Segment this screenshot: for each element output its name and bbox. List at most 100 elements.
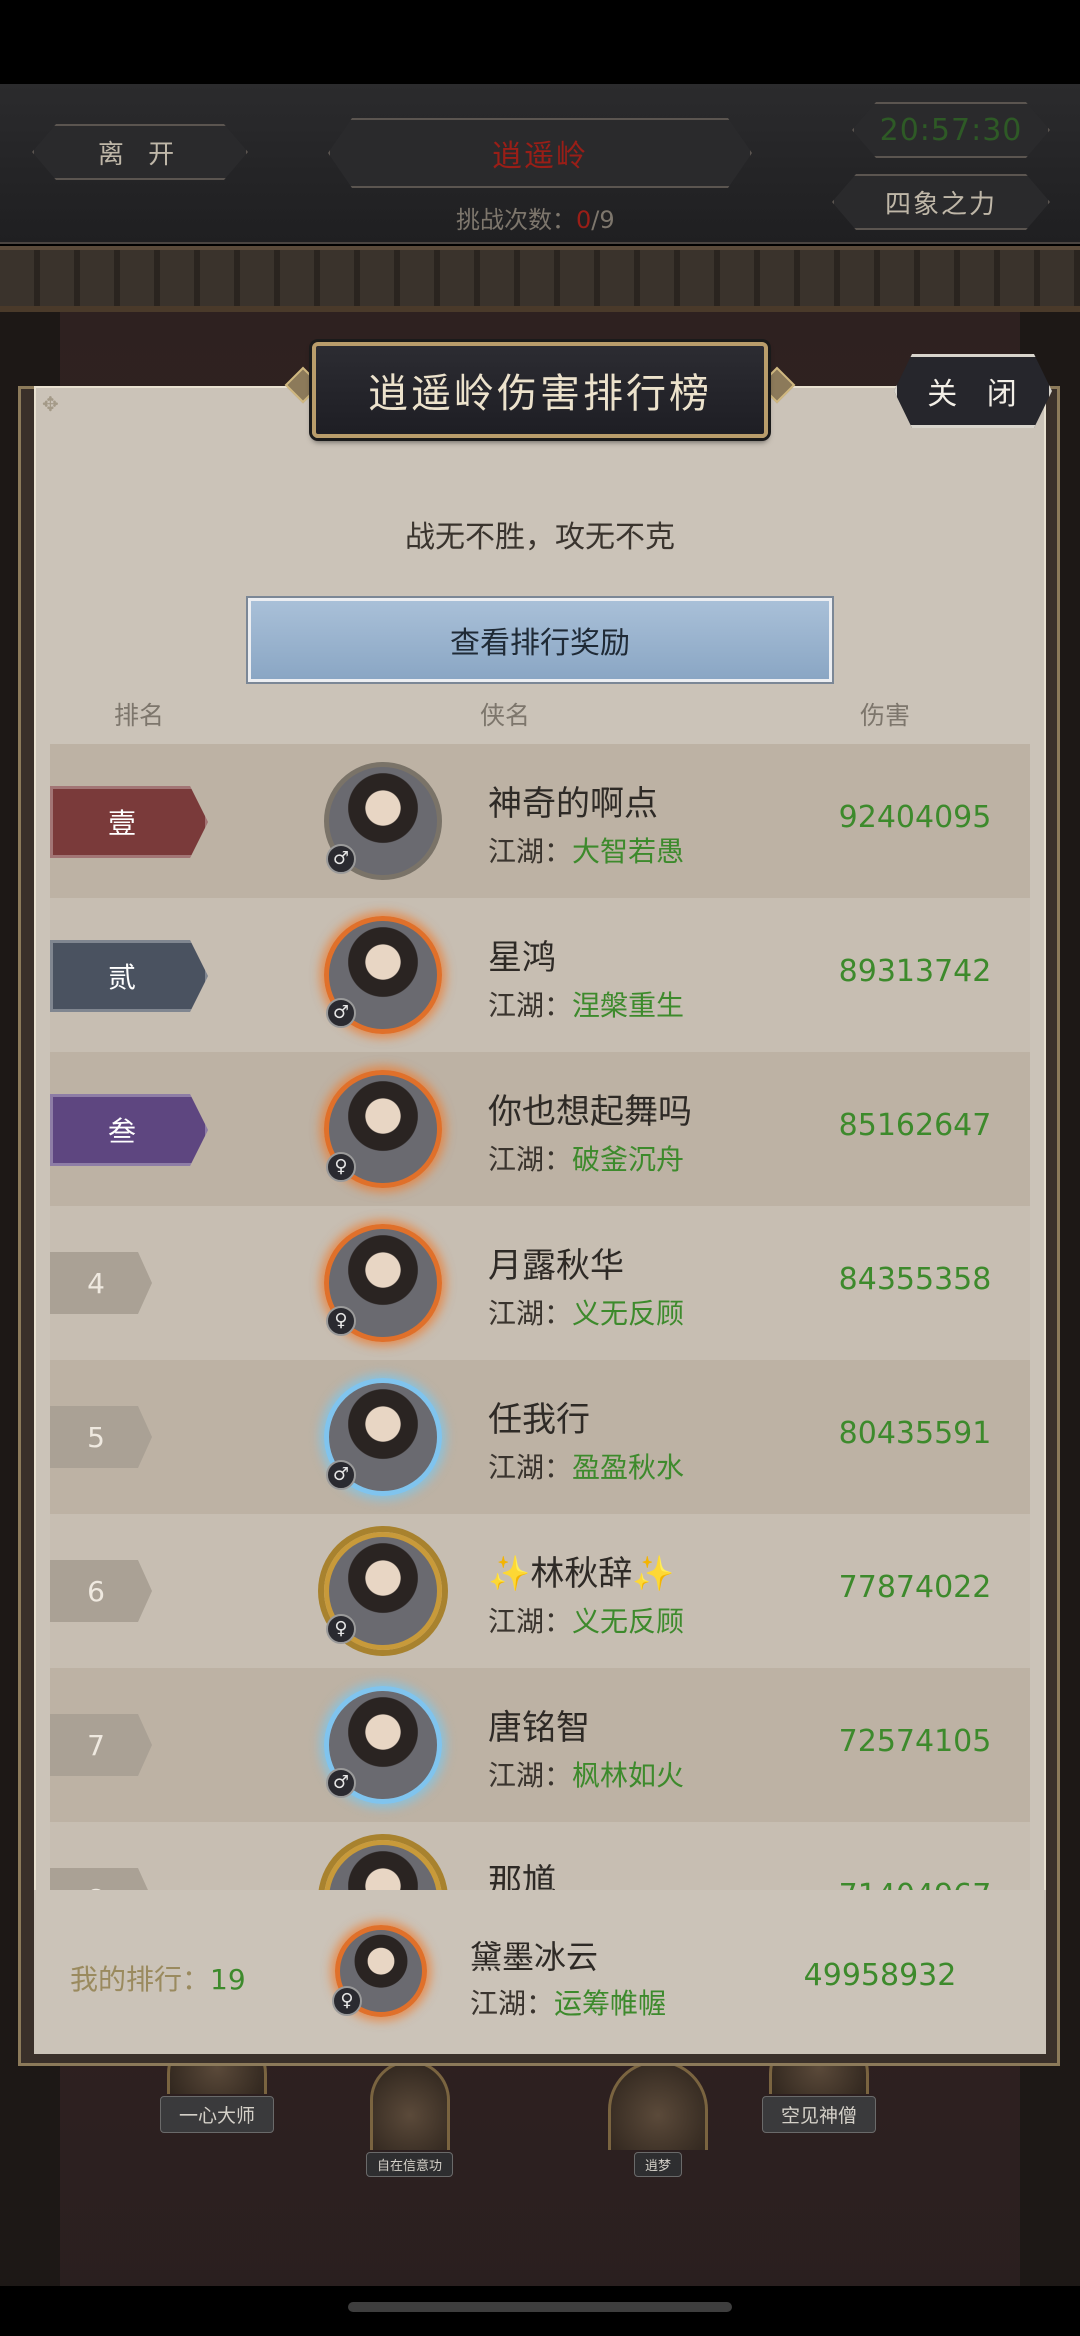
npc-xiaomeng[interactable]: 逍梦 (608, 2060, 708, 2177)
four-symbols-power-button[interactable]: 四象之力 (832, 174, 1050, 230)
hero-name: 你也想起舞吗 (488, 1092, 692, 1132)
jianghu-line: 江湖：盈盈秋水 (488, 1446, 684, 1486)
faction-name: 义无反顾 (572, 1605, 685, 1638)
jianghu-line: 江湖：义无反顾 (488, 1600, 684, 1640)
gender-male-icon: ♂ (326, 1768, 356, 1798)
stage-title: 逍遥岭 (328, 118, 752, 188)
avatar[interactable]: ♀ (324, 1224, 442, 1342)
faction-name: 破釜沉舟 (572, 1143, 685, 1176)
jianghu-prefix: 江湖： (488, 1143, 573, 1176)
faction-name: 枫林如火 (572, 1759, 685, 1792)
jianghu-prefix: 江湖： (488, 989, 573, 1022)
faction-name: 义无反顾 (572, 1297, 685, 1330)
gender-male-icon: ♂ (326, 844, 356, 874)
hero-name: 星鸿 (488, 938, 556, 978)
hero-name: 神奇的啊点 (488, 784, 658, 824)
avatar[interactable]: ♂ (324, 916, 442, 1034)
table-row[interactable]: 7 ♂ 唐铭智 江湖：枫林如火 72574105 (50, 1668, 1030, 1822)
avatar[interactable]: ♂ (324, 1378, 442, 1496)
avatar[interactable]: ♂ (324, 762, 442, 880)
challenge-count-label: 挑战次数： (456, 206, 576, 234)
hero-name: ✨林秋辞✨ (488, 1554, 675, 1594)
avatar-frame (324, 1840, 442, 1890)
npc-avatar (608, 2060, 708, 2150)
faction-name: 大智若愚 (572, 835, 685, 868)
countdown-timer: 20:57:30 (852, 102, 1050, 158)
my-hero-name: 黛墨冰云 (470, 1938, 599, 1976)
header-rank: 排名 (114, 701, 165, 730)
jianghu-prefix: 江湖： (488, 1451, 573, 1484)
header-damage: 伤害 (860, 701, 911, 730)
jianghu-prefix: 江湖： (488, 1605, 573, 1638)
gender-female-icon: ♀ (326, 1306, 356, 1336)
gender-male-icon: ♂ (326, 998, 356, 1028)
rank-badge: 6 (50, 1560, 152, 1622)
jianghu-line: 江湖：涅槃重生 (488, 984, 684, 1024)
table-row[interactable]: 6 ♀ ✨林秋辞✨ 江湖：义无反顾 77874022 (50, 1514, 1030, 1668)
hero-name: 唐铭智 (488, 1708, 590, 1748)
rank-badge: 5 (50, 1406, 152, 1468)
avatar[interactable]: ♂ (324, 1686, 442, 1804)
my-jianghu: 江湖：运筹帷幄 (470, 1982, 666, 2022)
status-bar (0, 0, 1080, 84)
table-row[interactable]: 5 ♂ 任我行江湖：盈盈秋水 80435591 (50, 1360, 1030, 1514)
my-avatar[interactable]: ♀ (326, 1916, 436, 2026)
damage-value: 71404967 (790, 1878, 1030, 1890)
hero-name: 任我行 (488, 1400, 590, 1440)
table-row[interactable]: 叁 ♀ 你也想起舞吗江湖：破釜沉舟 85162647 (50, 1052, 1030, 1206)
npc-label: 逍梦 (633, 2152, 682, 2177)
hero-name: 那馗 (488, 1862, 556, 1890)
my-damage: 49958932 (803, 1958, 957, 1993)
my-rank-value: 19 (210, 1963, 246, 1996)
fence-decoration (0, 246, 1080, 312)
avatar[interactable]: ♀ (324, 1070, 442, 1188)
jianghu-prefix: 江湖： (488, 1759, 573, 1792)
npc-zizai[interactable]: 自在信意功 (366, 2060, 454, 2177)
damage-value: 77874022 (838, 1570, 992, 1605)
hero-name: 月露秋华 (488, 1246, 624, 1286)
faction-name: 涅槃重生 (572, 989, 685, 1022)
header-hero-name: 侠名 (480, 701, 531, 730)
avatar[interactable]: ♀ (324, 1532, 442, 1650)
jianghu-line: 江湖：义无反顾 (488, 1292, 684, 1332)
damage-value: 84355358 (838, 1262, 992, 1297)
npc-label: 空见神僧 (762, 2096, 877, 2133)
table-row[interactable]: 4 ♀ 月露秋华江湖：义无反顾 84355358 (50, 1206, 1030, 1360)
rank-badge: 叁 (50, 1094, 208, 1166)
faction-name: 盈盈秋水 (572, 1451, 685, 1484)
leaderboard-title: 逍遥岭伤害排行榜 (312, 342, 768, 438)
jianghu-line: 江湖：枫林如火 (488, 1754, 684, 1794)
jianghu-prefix: 江湖： (488, 1297, 573, 1330)
jianghu-prefix: 江湖： (470, 1987, 555, 2020)
ranking-list[interactable]: 壹 ♂ 神奇的啊点 江湖：大智若愚 92404095 贰 ♂ 星鸿 江湖：涅槃重生 8931374… (50, 744, 1030, 1890)
challenge-total: /9 (591, 206, 615, 234)
view-rank-rewards-button[interactable]: 查看排行奖励 (248, 598, 832, 682)
gender-female-icon: ♀ (326, 1614, 356, 1644)
leave-button[interactable]: 离 开 (32, 124, 248, 180)
gender-female-icon: ♀ (326, 1152, 356, 1182)
damage-value: 80435591 (838, 1416, 992, 1451)
rank-badge: 4 (50, 1252, 152, 1314)
close-button[interactable]: 关 闭 (894, 354, 1052, 428)
challenge-used: 0 (576, 206, 592, 234)
home-indicator[interactable] (348, 2302, 732, 2312)
rank-badge: 8 (50, 1868, 152, 1890)
motto-text: 战无不胜，攻无不克 (405, 520, 675, 555)
avatar[interactable]: ♂ (324, 1840, 442, 1890)
table-row[interactable]: 壹 ♂ 神奇的啊点江湖：大智若愚 92404095 (50, 744, 1030, 898)
my-rank-label: 我的排行： (70, 1963, 211, 1996)
damage-value: 85162647 (838, 1108, 992, 1143)
rank-badge: 壹 (50, 786, 208, 858)
table-row[interactable]: 8♂那馗江湖：71404967 (50, 1822, 1030, 1890)
gender-male-icon: ♂ (326, 1460, 356, 1490)
npc-label: 自在信意功 (366, 2152, 454, 2177)
damage-value: 92404095 (838, 800, 992, 835)
corner-ornament-icon: ✥ (42, 392, 59, 416)
rank-badge: 7 (50, 1714, 152, 1776)
npc-label: 一心大师 (160, 2096, 275, 2133)
gender-female-icon: ♀ (332, 1986, 362, 2016)
table-row[interactable]: 贰 ♂ 星鸿 江湖：涅槃重生 89313742 (50, 898, 1030, 1052)
challenge-count: 挑战次数：0/9 (456, 200, 615, 235)
jianghu-line: 江湖：大智若愚 (488, 830, 684, 870)
jianghu-prefix: 江湖： (488, 835, 573, 868)
